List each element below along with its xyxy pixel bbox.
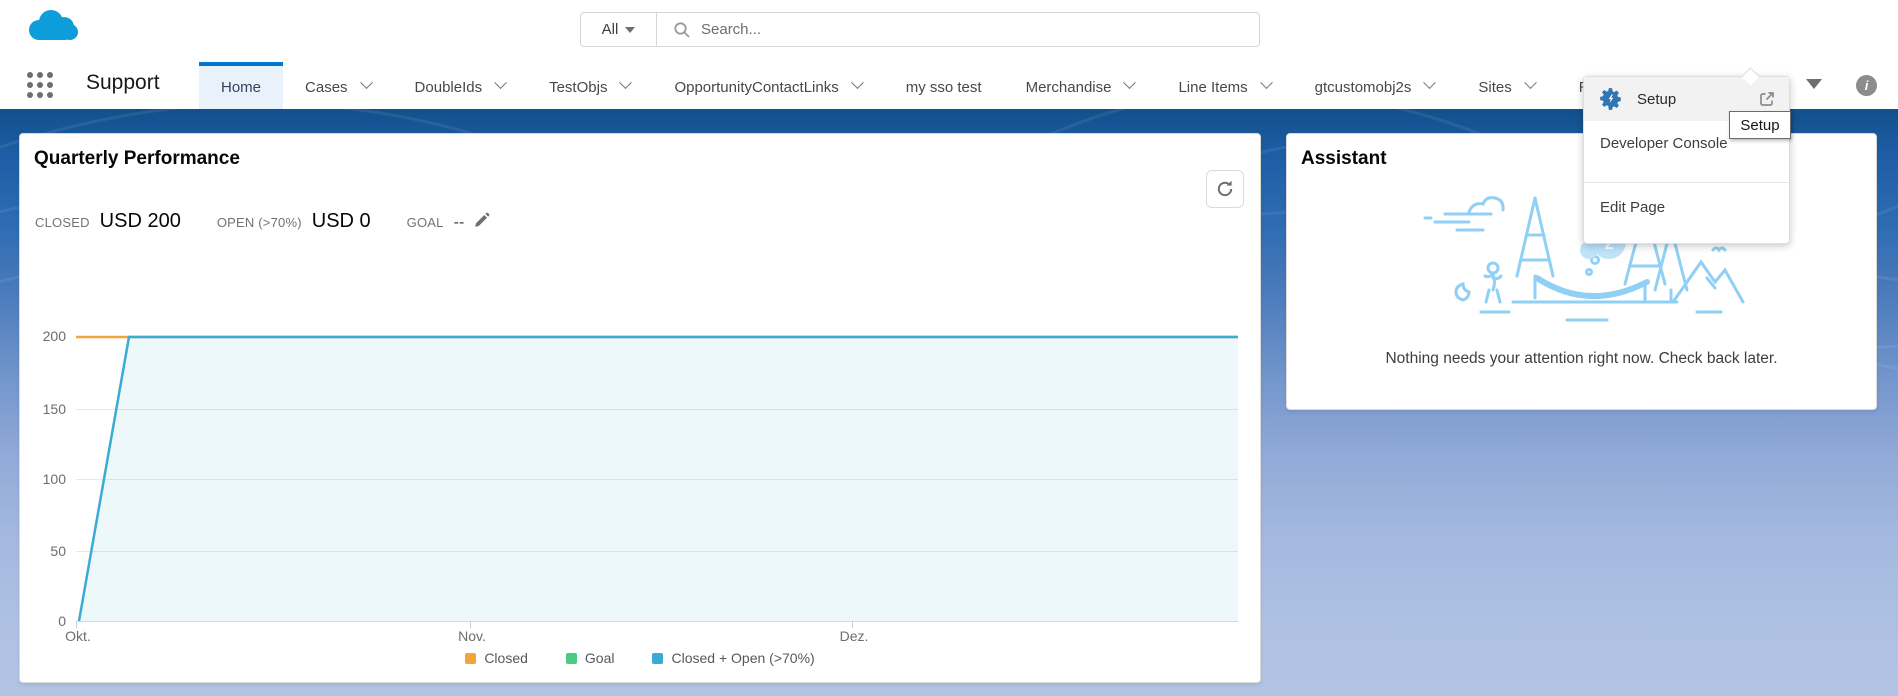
x-label-okt: Okt. bbox=[43, 628, 113, 644]
y-tick-150: 150 bbox=[20, 401, 66, 417]
scope-caret-icon bbox=[625, 27, 635, 33]
refresh-button[interactable] bbox=[1206, 170, 1244, 208]
assistant-title: Assistant bbox=[1301, 148, 1387, 170]
app-name: Support bbox=[86, 71, 160, 95]
tab-gtcustomobj2s[interactable]: gtcustomobj2s bbox=[1293, 62, 1457, 109]
global-header: All ★ + bbox=[0, 0, 1898, 62]
card-title: Quarterly Performance bbox=[34, 148, 240, 170]
info-icon[interactable]: i bbox=[1856, 75, 1877, 96]
tab-cases[interactable]: Cases bbox=[283, 62, 393, 109]
setup-tooltip: Setup bbox=[1729, 111, 1791, 139]
tabs-overflow-chevron[interactable] bbox=[1806, 79, 1822, 89]
chart-plot-area[interactable] bbox=[76, 334, 1238, 626]
chevron-down-icon[interactable] bbox=[1424, 76, 1437, 89]
app-launcher-icon[interactable] bbox=[27, 72, 61, 100]
chevron-down-icon[interactable] bbox=[494, 76, 507, 89]
legend-closed[interactable]: Closed bbox=[465, 650, 528, 666]
tab-sites[interactable]: Sites bbox=[1456, 62, 1556, 109]
legend-goal[interactable]: Goal bbox=[566, 650, 615, 666]
refresh-icon bbox=[1215, 179, 1235, 199]
tab-doubleids[interactable]: DoubleIds bbox=[393, 62, 528, 109]
external-link-icon bbox=[1757, 89, 1777, 109]
performance-metrics: CLOSED USD 200 OPEN (>70%) USD 0 GOAL -- bbox=[35, 210, 526, 233]
tab-merchandise[interactable]: Merchandise bbox=[1004, 62, 1157, 109]
chevron-down-icon[interactable] bbox=[1524, 76, 1537, 89]
tab-home[interactable]: Home bbox=[199, 62, 283, 109]
tab-testobjs[interactable]: TestObjs bbox=[527, 62, 652, 109]
tab-opportunitycontactlinks[interactable]: OpportunityContactLinks bbox=[652, 62, 883, 109]
y-tick-0: 0 bbox=[20, 613, 66, 629]
setup-gear-blue-icon bbox=[1598, 86, 1624, 112]
closed-swatch-icon bbox=[465, 653, 476, 664]
menu-item-edit-page[interactable]: Edit Page bbox=[1584, 183, 1789, 231]
chevron-down-icon[interactable] bbox=[1124, 76, 1137, 89]
y-tick-100: 100 bbox=[20, 471, 66, 487]
tab-my-sso-test[interactable]: my sso test bbox=[884, 62, 1004, 109]
quarterly-performance-card: Quarterly Performance CLOSED USD 200 OPE… bbox=[19, 133, 1261, 683]
closed-open-swatch-icon bbox=[652, 653, 663, 664]
edit-goal-pencil-icon[interactable] bbox=[473, 212, 490, 229]
nav-tabs: Home Cases DoubleIds TestObjs Opportunit… bbox=[199, 62, 1636, 109]
chevron-down-icon[interactable] bbox=[360, 76, 373, 89]
search-scope-dropdown[interactable]: All bbox=[581, 13, 657, 46]
search-scope-label: All bbox=[602, 21, 619, 38]
goal-swatch-icon bbox=[566, 653, 577, 664]
chevron-down-icon[interactable] bbox=[851, 76, 864, 89]
setup-dropdown-menu: Setup Developer Console Edit Page bbox=[1583, 76, 1790, 244]
metric-closed: CLOSED USD 200 bbox=[35, 210, 181, 233]
metric-goal: GOAL -- bbox=[407, 210, 491, 232]
global-search: All bbox=[580, 12, 1260, 47]
search-icon bbox=[673, 21, 691, 39]
salesforce-logo[interactable] bbox=[24, 6, 78, 46]
chart-legend: Closed Goal Closed + Open (>70%) bbox=[20, 650, 1260, 666]
chevron-down-icon[interactable] bbox=[1260, 76, 1273, 89]
closed-open-area-fill bbox=[79, 337, 1238, 621]
y-tick-200: 200 bbox=[20, 328, 66, 344]
x-label-nov: Nov. bbox=[437, 628, 507, 644]
chevron-down-icon[interactable] bbox=[620, 76, 633, 89]
tab-line-items[interactable]: Line Items bbox=[1156, 62, 1292, 109]
legend-closed-open[interactable]: Closed + Open (>70%) bbox=[652, 650, 814, 666]
search-input[interactable] bbox=[701, 21, 1259, 38]
assistant-empty-message: Nothing needs your attention right now. … bbox=[1287, 350, 1876, 368]
y-tick-50: 50 bbox=[20, 543, 66, 559]
metric-open: OPEN (>70%) USD 0 bbox=[217, 210, 371, 233]
x-label-dez: Dez. bbox=[819, 628, 889, 644]
